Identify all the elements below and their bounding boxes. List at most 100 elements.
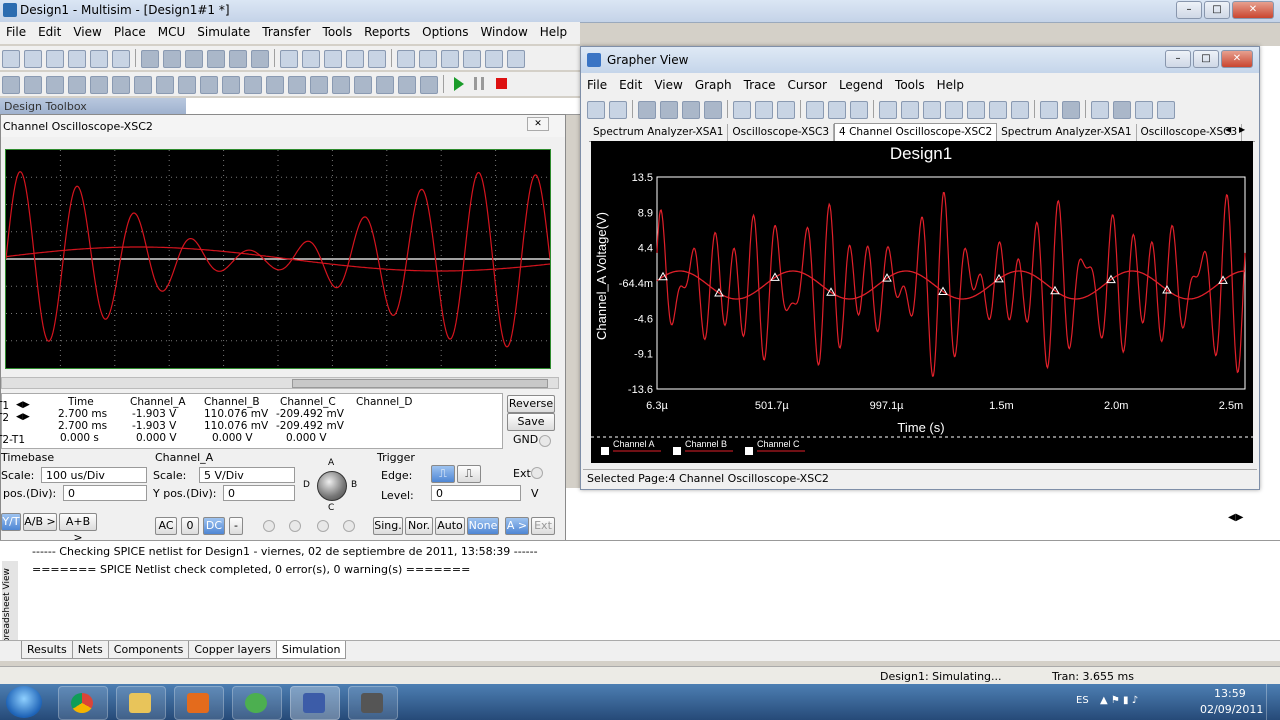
show-desktop-button[interactable]: [1266, 684, 1280, 720]
toolbar-icon[interactable]: [178, 76, 196, 94]
channel-ypos-field[interactable]: 0: [223, 485, 295, 501]
redo-icon[interactable]: [251, 50, 269, 68]
tab-scroll-right-icon[interactable]: ▶: [1239, 125, 1245, 134]
print-preview-icon[interactable]: [112, 50, 130, 68]
toolbar-icon[interactable]: [441, 50, 459, 68]
toolbar-icon[interactable]: [112, 76, 130, 94]
mathcad-export-icon[interactable]: [1157, 101, 1175, 119]
undo-icon[interactable]: [229, 50, 247, 68]
open-sample-icon[interactable]: [46, 50, 64, 68]
grapher-maximize-button[interactable]: □: [1193, 50, 1219, 68]
legend-checkbox-c[interactable]: [745, 447, 753, 455]
taskbar-multisim[interactable]: [290, 686, 340, 720]
zoom-x-icon[interactable]: [945, 101, 963, 119]
tab-simulation[interactable]: Simulation: [275, 641, 347, 659]
zoom-in-icon[interactable]: [879, 101, 897, 119]
paste-icon[interactable]: [704, 101, 722, 119]
zoom-area-icon[interactable]: [989, 101, 1007, 119]
oscilloscope-screen[interactable]: [5, 149, 551, 369]
full-screen-icon[interactable]: [280, 50, 298, 68]
grapher-minimize-button[interactable]: –: [1165, 50, 1191, 68]
cursor-icon[interactable]: [806, 101, 824, 119]
ext-trigger-button[interactable]: Ext: [531, 517, 555, 535]
start-button[interactable]: [6, 686, 42, 718]
tab-4-channel-oscilloscope-xsc2[interactable]: 4 Channel Oscilloscope-XSC2: [834, 123, 998, 142]
channel-radio-1[interactable]: [263, 520, 275, 532]
cut-icon[interactable]: [141, 50, 159, 68]
grapher-menu-edit[interactable]: Edit: [613, 75, 648, 95]
menu-window[interactable]: Window: [474, 22, 533, 42]
tab-nets[interactable]: Nets: [71, 641, 109, 659]
schematic-area-top[interactable]: [186, 98, 580, 115]
taskbar-recorder[interactable]: [348, 686, 398, 720]
toolbar-icon[interactable]: [463, 50, 481, 68]
minus-coupling-button[interactable]: -: [229, 517, 243, 535]
menu-simulate[interactable]: Simulate: [191, 22, 256, 42]
minimize-button[interactable]: –: [1176, 1, 1202, 19]
pan-hand-icon[interactable]: [1011, 101, 1029, 119]
paste-icon[interactable]: [185, 50, 203, 68]
schematic-area-bottom[interactable]: [564, 488, 1280, 540]
t1-arrows[interactable]: ◀▶: [16, 400, 30, 410]
trigger-ext-radio[interactable]: [531, 467, 543, 479]
menu-mcu[interactable]: MCU: [152, 22, 192, 42]
none-trigger-button[interactable]: None: [467, 517, 499, 535]
tray-icons[interactable]: ▲ ⚑ ▮ ♪: [1100, 695, 1138, 706]
scrollbar-thumb[interactable]: [292, 379, 548, 388]
rising-edge-button[interactable]: ⎍: [431, 465, 455, 483]
trace-points-icon[interactable]: [828, 101, 846, 119]
t2-arrows[interactable]: ◀▶: [16, 412, 30, 422]
save-icon[interactable]: [609, 101, 627, 119]
gnd-radio[interactable]: [539, 435, 551, 447]
zoom-fit-icon[interactable]: [923, 101, 941, 119]
taskbar-chrome[interactable]: [58, 686, 108, 720]
menu-options[interactable]: Options: [416, 22, 474, 42]
toolbar-icon[interactable]: [68, 76, 86, 94]
toolbar-icon[interactable]: [420, 76, 438, 94]
overlay-traces-icon[interactable]: [1091, 101, 1109, 119]
menu-help[interactable]: Help: [534, 22, 573, 42]
copy-icon[interactable]: [163, 50, 181, 68]
stop-icon[interactable]: [495, 78, 507, 89]
run-icon[interactable]: [453, 77, 464, 91]
toolbar-icon[interactable]: [288, 76, 306, 94]
toolbar-icon[interactable]: [24, 76, 42, 94]
toolbar-icon[interactable]: [244, 76, 262, 94]
toolbar-icon[interactable]: [332, 76, 350, 94]
grapher-menu-legend[interactable]: Legend: [833, 75, 889, 95]
auto-trigger-button[interactable]: Auto: [435, 517, 465, 535]
dc-coupling-button[interactable]: DC: [203, 517, 225, 535]
delete-icon[interactable]: [207, 50, 225, 68]
sing-trigger-button[interactable]: Sing.: [373, 517, 403, 535]
falling-edge-button[interactable]: ⎍: [457, 465, 481, 483]
taskbar-explorer[interactable]: [116, 686, 166, 720]
grapher-menu-tools[interactable]: Tools: [889, 75, 931, 95]
legend-checkbox-b[interactable]: [673, 447, 681, 455]
zoom-y-icon[interactable]: [967, 101, 985, 119]
channel-radio-3[interactable]: [317, 520, 329, 532]
grapher-menu-graph[interactable]: Graph: [689, 75, 738, 95]
menu-edit[interactable]: Edit: [32, 22, 67, 42]
channel-radio-2[interactable]: [289, 520, 301, 532]
tab-oscilloscope-xsc3[interactable]: Oscilloscope-XSC3: [728, 124, 835, 142]
channel-radio-4[interactable]: [343, 520, 355, 532]
tab-scroll-left-icon[interactable]: ◀: [1225, 125, 1231, 134]
menu-view[interactable]: View: [67, 22, 107, 42]
legend-checkbox-a[interactable]: [601, 447, 609, 455]
tab-copper-layers[interactable]: Copper layers: [188, 641, 277, 659]
grid-icon[interactable]: [733, 101, 751, 119]
pause-icon[interactable]: [474, 77, 484, 90]
tab-results[interactable]: Results: [21, 641, 73, 659]
timebase-xpos-field[interactable]: 0: [63, 485, 147, 501]
multisim-app-icon[interactable]: [3, 3, 17, 17]
toolbar-icon[interactable]: [419, 50, 437, 68]
toolbar-icon[interactable]: [485, 50, 503, 68]
menu-transfer[interactable]: Transfer: [256, 22, 316, 42]
zoom-in-icon[interactable]: [302, 50, 320, 68]
menu-reports[interactable]: Reports: [358, 22, 416, 42]
menu-place[interactable]: Place: [108, 22, 152, 42]
text-icon[interactable]: [1040, 101, 1058, 119]
zoom-area-icon[interactable]: [346, 50, 364, 68]
menu-tools[interactable]: Tools: [317, 22, 359, 42]
excel-export-icon[interactable]: [1135, 101, 1153, 119]
